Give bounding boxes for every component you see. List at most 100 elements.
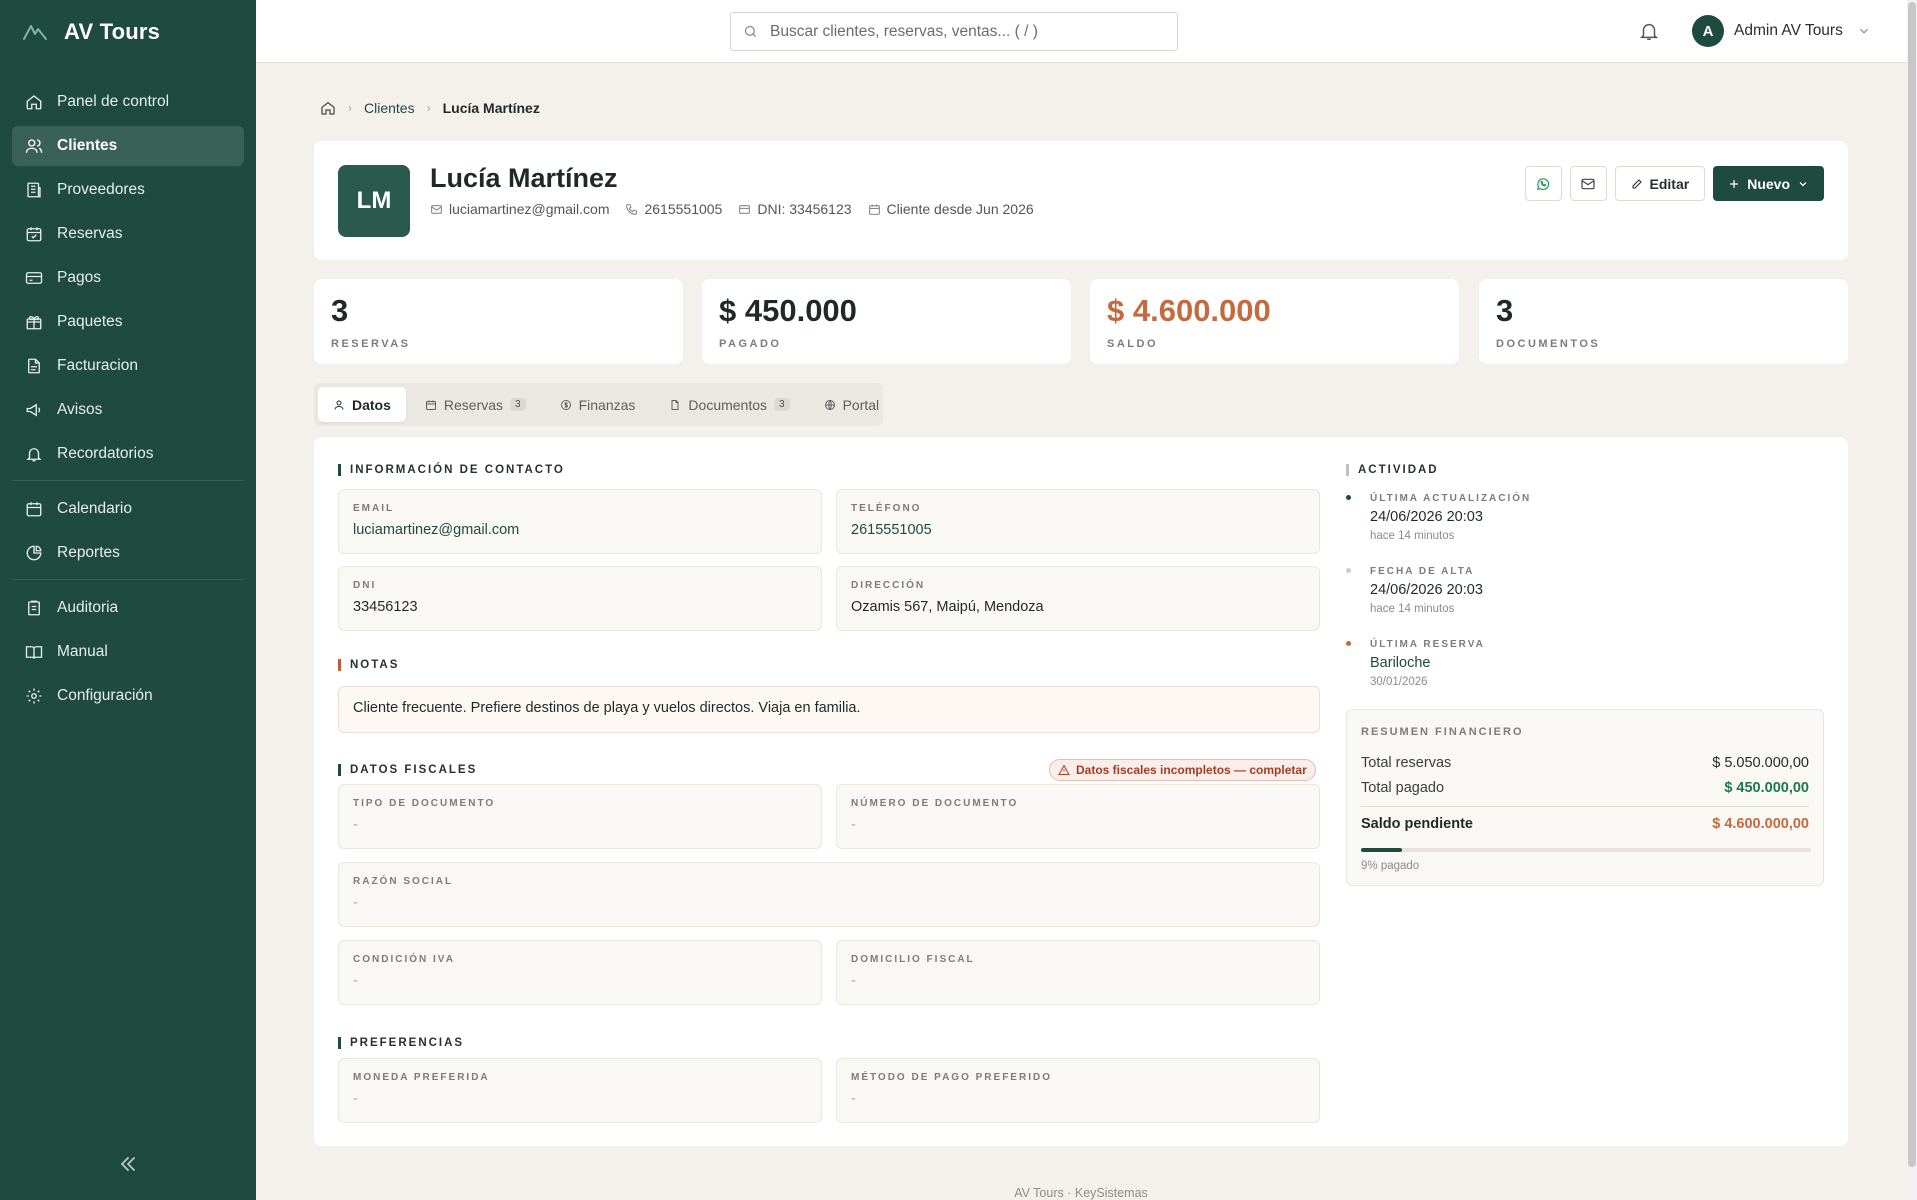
stat-label: DOCUMENTOS [1496, 338, 1601, 350]
row-amount: $ 4.600.000,00 [1712, 816, 1809, 832]
client-dni-meta: DNI: 33456123 [738, 201, 852, 217]
sidebar-divider [12, 480, 244, 481]
sidebar-item-calendario[interactable]: Calendario [12, 489, 244, 529]
tab-reservas[interactable]: Reservas 3 [410, 387, 541, 422]
stat-label: RESERVAS [331, 338, 411, 350]
tab-datos[interactable]: Datos [318, 387, 406, 422]
sidebar-item-configuracion[interactable]: Configuración [12, 676, 244, 716]
row-label: Saldo pendiente [1361, 816, 1473, 832]
client-actions: Editar Nuevo [1524, 166, 1824, 201]
field-value[interactable]: 2615551005 [851, 522, 932, 538]
search-input[interactable] [770, 22, 1150, 41]
sidebar-item-panel[interactable]: Panel de control [12, 82, 244, 122]
stat-value: $ 450.000 [719, 293, 857, 328]
avatar: A [1692, 15, 1724, 47]
brand[interactable]: AV Tours [0, 0, 256, 64]
field-value: - [851, 973, 856, 989]
breadcrumb-clientes[interactable]: Clientes [364, 100, 415, 116]
file-text-icon [25, 357, 43, 375]
tab-documentos[interactable]: Documentos 3 [654, 387, 804, 422]
alert-triangle-icon [1058, 764, 1070, 775]
clipboard-icon [25, 599, 43, 617]
sidebar-item-label: Reportes [57, 544, 120, 561]
new-button[interactable]: Nuevo [1713, 166, 1824, 201]
sidebar-item-reservas[interactable]: Reservas [12, 214, 244, 254]
chevron-down-icon [1859, 28, 1868, 34]
credit-card-icon [25, 269, 43, 287]
bell-icon [25, 445, 43, 463]
sidebar-item-label: Calendario [57, 500, 132, 517]
edit-button[interactable]: Editar [1614, 166, 1706, 201]
chevrons-left-icon [120, 1157, 135, 1171]
activity-sub: hace 14 minutos [1370, 530, 1455, 542]
scrollbar-thumb[interactable] [1908, 2, 1916, 1167]
dollar-circle-icon [560, 399, 571, 410]
sidebar-item-reportes[interactable]: Reportes [12, 533, 244, 573]
field-label: DIRECCIÓN [851, 580, 926, 591]
field-label: EMAIL [353, 503, 395, 514]
activity-sub: hace 14 minutos [1370, 603, 1455, 615]
field-label: CONDICIÓN IVA [353, 954, 455, 965]
search-icon [744, 25, 756, 37]
client-phone-meta: 2615551005 [625, 201, 722, 217]
scrollbar[interactable] [1907, 0, 1917, 1200]
tab-finanzas[interactable]: Finanzas [545, 387, 651, 422]
tab-portal[interactable]: Portal [809, 387, 895, 422]
edit-icon [1631, 178, 1642, 189]
users-icon [25, 137, 43, 155]
client-dni: DNI: 33456123 [757, 201, 852, 217]
notifications-button[interactable] [1638, 20, 1660, 42]
tab-count-badge: 3 [774, 398, 790, 411]
activity-value[interactable]: Bariloche [1370, 655, 1430, 671]
calendar-icon [425, 400, 436, 410]
field-value: - [851, 1091, 856, 1107]
topbar: A Admin AV Tours [256, 0, 1907, 63]
field-value: 33456123 [353, 599, 418, 615]
sidebar-item-clientes[interactable]: Clientes [12, 126, 244, 166]
field-value[interactable]: luciamartinez@gmail.com [353, 522, 519, 538]
client-header-card: LM Lucía Martínez luciamartinez@gmail.co… [314, 141, 1848, 260]
row-label: Total reservas [1361, 755, 1452, 771]
field-label: DNI [353, 580, 377, 591]
email-button[interactable] [1569, 166, 1607, 201]
stat-value: $ 4.600.000 [1107, 293, 1271, 328]
activity-label: FECHA DE ALTA [1370, 566, 1475, 577]
mail-icon [431, 204, 442, 214]
settings-icon [25, 687, 43, 705]
whatsapp-button[interactable] [1524, 166, 1562, 201]
sidebar-item-auditoria[interactable]: Auditoria [12, 588, 244, 628]
search-box[interactable] [730, 12, 1178, 51]
sidebar-item-facturacion[interactable]: Facturacion [12, 346, 244, 386]
sidebar-item-pagos[interactable]: Pagos [12, 258, 244, 298]
phone-field: TELÉFONO 2615551005 [836, 489, 1320, 554]
bell-icon [1639, 23, 1659, 40]
field-label: NÚMERO DE DOCUMENTO [851, 798, 1019, 809]
sidebar-item-manual[interactable]: Manual [12, 632, 244, 672]
doc-type-field: TIPO DE DOCUMENTO - [338, 784, 822, 849]
field-label: TIPO DE DOCUMENTO [353, 798, 496, 809]
home-icon[interactable] [320, 100, 336, 116]
stat-label: SALDO [1107, 338, 1158, 350]
fiscal-warning-badge[interactable]: Datos fiscales incompletos — completar [1049, 759, 1316, 781]
sidebar-item-avisos[interactable]: Avisos [12, 390, 244, 430]
activity-sub: 30/01/2026 [1370, 676, 1428, 688]
financial-summary: RESUMEN FINANCIERO Total reservas $ 5.05… [1346, 709, 1824, 886]
user-name: Admin AV Tours [1734, 22, 1843, 39]
sidebar-item-proveedores[interactable]: Proveedores [12, 170, 244, 210]
activity-label: ÚLTIMA RESERVA [1370, 639, 1485, 650]
sidebar-item-label: Panel de control [57, 93, 170, 110]
payment-progress-text: 9% pagado [1361, 860, 1420, 872]
address-field: DIRECCIÓN Ozamis 567, Maipú, Mendoza [836, 566, 1320, 631]
home-icon [25, 93, 43, 111]
sidebar-item-paquetes[interactable]: Paquetes [12, 302, 244, 342]
stat-value: 3 [331, 293, 349, 328]
collapse-sidebar-button[interactable] [116, 1152, 140, 1176]
saldo-row: Saldo pendiente $ 4.600.000,00 [1361, 816, 1809, 832]
new-label: Nuevo [1747, 175, 1790, 192]
file-icon [671, 399, 679, 410]
payment-progress-bar [1361, 848, 1811, 852]
timeline-dot [1346, 641, 1351, 646]
stat-card-reservas: 3 RESERVAS [314, 279, 683, 364]
user-menu[interactable]: A Admin AV Tours [1692, 15, 1871, 47]
sidebar-item-recordatorios[interactable]: Recordatorios [12, 434, 244, 474]
